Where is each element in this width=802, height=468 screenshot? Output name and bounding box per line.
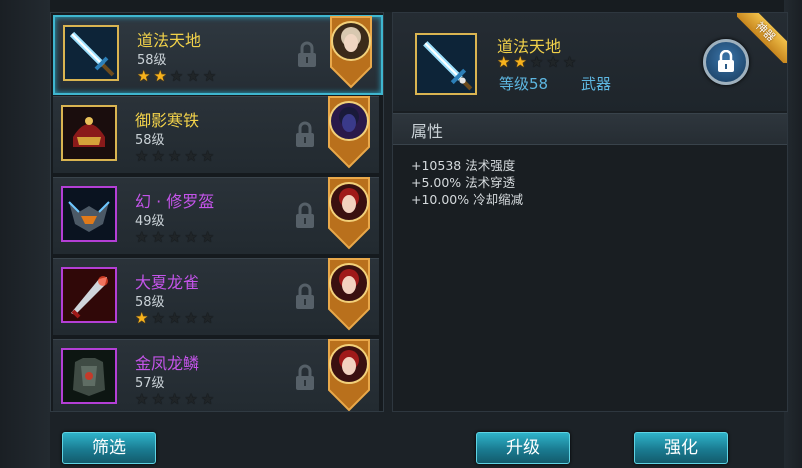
detail-sword-icon bbox=[415, 33, 477, 95]
item-name: 幻 · 修罗盔 bbox=[135, 192, 215, 211]
attributes-header: 属性 bbox=[393, 113, 787, 145]
red-girl-portrait bbox=[325, 176, 373, 250]
equipment-list[interactable]: 道法天地 58级 ★ ★ ★ ★ ★ 御影寒铁 58级 ★ ★ ★ ★ ★ 幻 · 修罗盔 49级 ★ ★ ★ ★ ★ 大… bbox=[50, 12, 384, 412]
equipment-row[interactable]: 幻 · 修罗盔 49级 ★ ★ ★ ★ ★ bbox=[53, 177, 379, 254]
attribute-line: +10538 法术强度 bbox=[411, 158, 516, 173]
enhance-button[interactable]: 强化 bbox=[634, 432, 728, 464]
equipment-row[interactable]: 道法天地 58级 ★ ★ ★ ★ ★ bbox=[53, 15, 383, 95]
item-stars: ★ ★ ★ ★ ★ bbox=[135, 230, 214, 245]
star-icon: ★ bbox=[202, 67, 217, 85]
attributes-title: 属性 bbox=[411, 122, 444, 141]
star-icon: ★ bbox=[200, 147, 215, 165]
detail-type: 武器 bbox=[581, 75, 612, 93]
star-icon: ★ bbox=[186, 67, 200, 85]
star-icon: ★ bbox=[151, 147, 165, 165]
red-girl-portrait bbox=[325, 338, 373, 411]
item-level: 58级 bbox=[135, 133, 165, 148]
star-icon: ★ bbox=[513, 53, 527, 71]
star-icon: ★ bbox=[184, 147, 198, 165]
star-icon: ★ bbox=[562, 53, 577, 71]
star-icon: ★ bbox=[167, 390, 182, 408]
item-stars: ★ ★ ★ ★ ★ bbox=[137, 69, 216, 84]
star-icon: ★ bbox=[151, 228, 165, 246]
lock-icon[interactable] bbox=[294, 283, 316, 311]
item-level: 58级 bbox=[135, 295, 165, 310]
attribute-line: +10.00% 冷却缩减 bbox=[411, 192, 524, 207]
star-icon: ★ bbox=[135, 309, 149, 327]
item-level: 49级 bbox=[135, 214, 165, 229]
artifact-ribbon: 神器 bbox=[737, 13, 787, 63]
item-name: 御影寒铁 bbox=[135, 111, 200, 130]
star-icon: ★ bbox=[167, 309, 182, 327]
star-icon: ★ bbox=[184, 309, 198, 327]
equipment-detail: 道法天地 ★ ★ ★ ★ ★ 等级58 武器 神器 属性 +10538 法术强度 +5.… bbox=[392, 12, 788, 412]
star-icon: ★ bbox=[200, 228, 215, 246]
star-icon: ★ bbox=[167, 147, 182, 165]
item-level: 57级 bbox=[135, 376, 165, 391]
blade-icon bbox=[61, 267, 117, 323]
top-frame bbox=[0, 0, 802, 12]
star-icon: ★ bbox=[529, 53, 544, 71]
item-stars: ★ ★ ★ ★ ★ bbox=[135, 149, 214, 164]
equipment-row[interactable]: 大夏龙雀 58级 ★ ★ ★ ★ ★ bbox=[53, 258, 379, 335]
lock-icon[interactable] bbox=[294, 202, 316, 230]
upgrade-button[interactable]: 升级 bbox=[476, 432, 570, 464]
star-icon: ★ bbox=[135, 390, 149, 408]
sword-icon bbox=[63, 25, 119, 81]
horned-helm-icon bbox=[61, 186, 117, 242]
silver-hair-hero-portrait bbox=[327, 15, 375, 89]
armor-icon bbox=[61, 348, 117, 404]
helmet-icon bbox=[61, 105, 117, 161]
equipment-row[interactable]: 金凤龙鳞 57级 ★ ★ ★ ★ ★ bbox=[53, 338, 379, 411]
detail-level: 等级58 bbox=[499, 75, 549, 93]
star-icon: ★ bbox=[135, 147, 149, 165]
star-icon: ★ bbox=[200, 309, 215, 327]
dark-assassin-portrait bbox=[325, 95, 373, 169]
lock-icon[interactable] bbox=[294, 364, 316, 392]
star-icon: ★ bbox=[137, 67, 151, 85]
star-icon: ★ bbox=[497, 53, 511, 71]
item-stars: ★ ★ ★ ★ ★ bbox=[135, 392, 214, 407]
red-girl-portrait bbox=[325, 257, 373, 331]
star-icon: ★ bbox=[169, 67, 184, 85]
equipment-row[interactable]: 御影寒铁 58级 ★ ★ ★ ★ ★ bbox=[53, 96, 379, 173]
star-icon: ★ bbox=[184, 228, 198, 246]
item-stars: ★ ★ ★ ★ ★ bbox=[135, 311, 214, 326]
star-icon: ★ bbox=[546, 53, 560, 71]
star-icon: ★ bbox=[167, 228, 182, 246]
left-edge bbox=[0, 0, 50, 468]
detail-header: 道法天地 ★ ★ ★ ★ ★ 等级58 武器 神器 bbox=[393, 13, 787, 111]
ribbon-label: 神器 bbox=[737, 13, 787, 63]
filter-button[interactable]: 筛选 bbox=[62, 432, 156, 464]
lock-icon[interactable] bbox=[294, 121, 316, 149]
star-icon: ★ bbox=[184, 390, 198, 408]
star-icon: ★ bbox=[200, 390, 215, 408]
star-icon: ★ bbox=[151, 309, 165, 327]
attributes-list: +10538 法术强度 +5.00% 法术穿透 +10.00% 冷却缩减 bbox=[411, 157, 523, 208]
item-name: 道法天地 bbox=[137, 31, 202, 50]
item-name: 金凤龙鳞 bbox=[135, 354, 200, 373]
star-icon: ★ bbox=[151, 390, 165, 408]
attribute-line: +5.00% 法术穿透 bbox=[411, 175, 516, 190]
item-level: 58级 bbox=[137, 53, 167, 68]
item-name: 大夏龙雀 bbox=[135, 273, 200, 292]
star-icon: ★ bbox=[153, 67, 167, 85]
star-icon: ★ bbox=[135, 228, 149, 246]
lock-icon[interactable] bbox=[296, 41, 318, 69]
detail-stars: ★ ★ ★ ★ ★ bbox=[497, 55, 576, 70]
